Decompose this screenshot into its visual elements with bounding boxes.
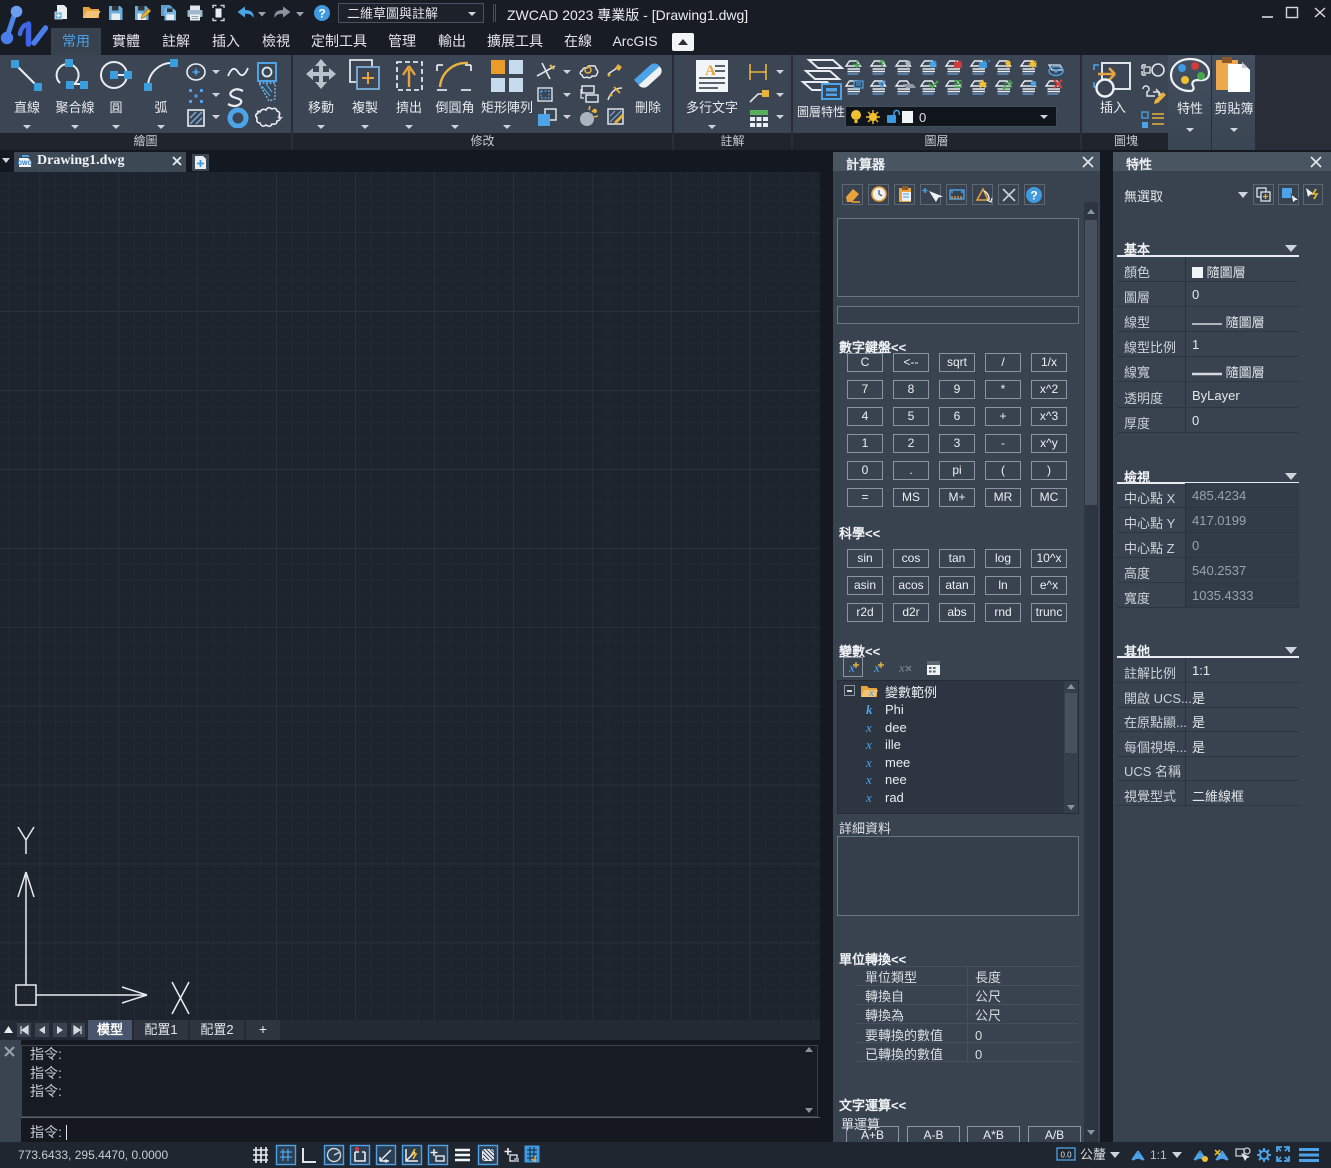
svg-text:?: ? bbox=[318, 7, 325, 21]
svg-text:公釐: 公釐 bbox=[1080, 1147, 1106, 1162]
svg-text:x: x bbox=[898, 660, 905, 675]
svg-text:x: x bbox=[873, 660, 880, 675]
svg-text:1:1: 1:1 bbox=[1150, 1148, 1167, 1162]
svg-text:A: A bbox=[705, 63, 716, 79]
svg-text:?: ? bbox=[1030, 189, 1037, 203]
svg-text:0.0: 0.0 bbox=[1060, 1151, 1072, 1160]
svg-text:DWG: DWG bbox=[18, 161, 33, 167]
svg-text:x: x bbox=[868, 687, 874, 698]
svg-text:x: x bbox=[848, 660, 855, 675]
